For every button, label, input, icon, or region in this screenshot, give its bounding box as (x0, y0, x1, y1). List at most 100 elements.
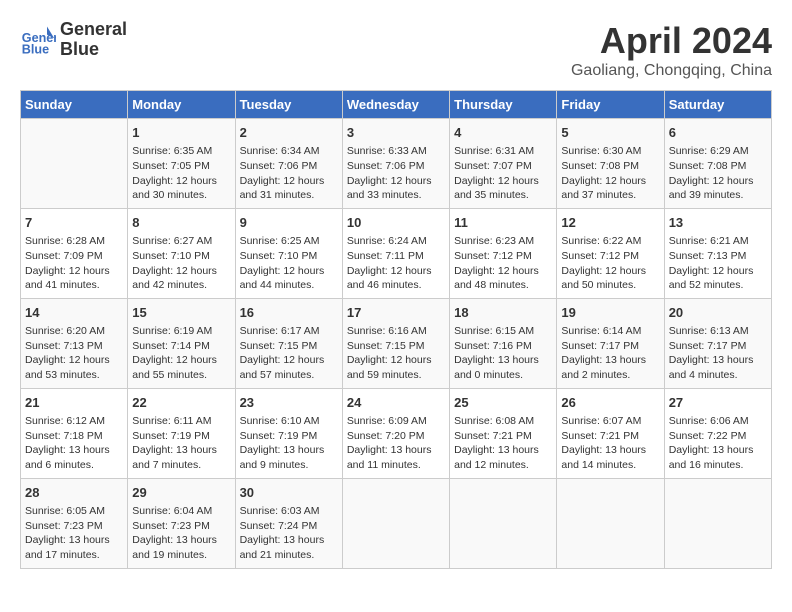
day-number: 15 (132, 304, 230, 322)
cell-content: Sunrise: 6:15 AM Sunset: 7:16 PM Dayligh… (454, 324, 552, 383)
cell-content: Sunrise: 6:33 AM Sunset: 7:06 PM Dayligh… (347, 144, 445, 203)
cell-content: Sunrise: 6:14 AM Sunset: 7:17 PM Dayligh… (561, 324, 659, 383)
day-header-wednesday: Wednesday (342, 91, 449, 119)
day-header-monday: Monday (128, 91, 235, 119)
day-number: 9 (240, 214, 338, 232)
calendar-cell: 14 Sunrise: 6:20 AM Sunset: 7:13 PM Dayli… (21, 298, 128, 388)
calendar-header-row: SundayMondayTuesdayWednesdayThursdayFrid… (21, 91, 772, 119)
calendar-table: SundayMondayTuesdayWednesdayThursdayFrid… (20, 90, 772, 569)
cell-content: Sunrise: 6:03 AM Sunset: 7:24 PM Dayligh… (240, 504, 338, 563)
calendar-cell: 15 Sunrise: 6:19 AM Sunset: 7:14 PM Dayli… (128, 298, 235, 388)
calendar-cell: 4Sunrise: 6:31 AM Sunset: 7:07 PM Daylig… (450, 119, 557, 209)
calendar-cell: 24 Sunrise: 6:09 AM Sunset: 7:20 PM Dayli… (342, 388, 449, 478)
day-number: 28 (25, 484, 123, 502)
cell-content: Sunrise: 6:05 AM Sunset: 7:23 PM Dayligh… (25, 504, 123, 563)
cell-content: Sunrise: 6:06 AM Sunset: 7:22 PM Dayligh… (669, 414, 767, 473)
location-subtitle: Gaoliang, Chongqing, China (571, 62, 772, 80)
cell-content: Sunrise: 6:23 AM Sunset: 7:12 PM Dayligh… (454, 234, 552, 293)
day-number: 12 (561, 214, 659, 232)
calendar-cell: 19 Sunrise: 6:14 AM Sunset: 7:17 PM Dayli… (557, 298, 664, 388)
calendar-week-1: 1 Sunrise: 6:35 AM Sunset: 7:05 PM Daylig… (21, 119, 772, 209)
day-number: 23 (240, 394, 338, 412)
cell-content: Sunrise: 6:20 AM Sunset: 7:13 PM Dayligh… (25, 324, 123, 383)
cell-content: Sunrise: 6:12 AM Sunset: 7:18 PM Dayligh… (25, 414, 123, 473)
cell-content: Sunrise: 6:31 AM Sunset: 7:07 PM Dayligh… (454, 144, 552, 203)
cell-content: Sunrise: 6:08 AM Sunset: 7:21 PM Dayligh… (454, 414, 552, 473)
calendar-cell (450, 478, 557, 568)
calendar-cell: 1 Sunrise: 6:35 AM Sunset: 7:05 PM Daylig… (128, 119, 235, 209)
day-number: 5 (561, 124, 659, 142)
cell-content: Sunrise: 6:16 AM Sunset: 7:15 PM Dayligh… (347, 324, 445, 383)
calendar-cell: 26 Sunrise: 6:07 AM Sunset: 7:21 PM Dayli… (557, 388, 664, 478)
calendar-week-3: 14 Sunrise: 6:20 AM Sunset: 7:13 PM Dayli… (21, 298, 772, 388)
calendar-cell: 23 Sunrise: 6:10 AM Sunset: 7:19 PM Dayli… (235, 388, 342, 478)
logo-icon: General Blue (20, 22, 56, 58)
day-number: 20 (669, 304, 767, 322)
day-number: 26 (561, 394, 659, 412)
calendar-week-5: 28 Sunrise: 6:05 AM Sunset: 7:23 PM Dayli… (21, 478, 772, 568)
day-number: 7 (25, 214, 123, 232)
calendar-cell: 7 Sunrise: 6:28 AM Sunset: 7:09 PM Daylig… (21, 208, 128, 298)
cell-content: Sunrise: 6:09 AM Sunset: 7:20 PM Dayligh… (347, 414, 445, 473)
cell-content: Sunrise: 6:34 AM Sunset: 7:06 PM Dayligh… (240, 144, 338, 203)
calendar-cell: 12 Sunrise: 6:22 AM Sunset: 7:12 PM Dayli… (557, 208, 664, 298)
cell-content: Sunrise: 6:19 AM Sunset: 7:14 PM Dayligh… (132, 324, 230, 383)
cell-content: Sunrise: 6:17 AM Sunset: 7:15 PM Dayligh… (240, 324, 338, 383)
day-number: 1 (132, 124, 230, 142)
cell-content: Sunrise: 6:27 AM Sunset: 7:10 PM Dayligh… (132, 234, 230, 293)
calendar-week-2: 7 Sunrise: 6:28 AM Sunset: 7:09 PM Daylig… (21, 208, 772, 298)
calendar-cell: 25Sunrise: 6:08 AM Sunset: 7:21 PM Dayli… (450, 388, 557, 478)
day-number: 29 (132, 484, 230, 502)
day-number: 6 (669, 124, 767, 142)
cell-content: Sunrise: 6:35 AM Sunset: 7:05 PM Dayligh… (132, 144, 230, 203)
cell-content: Sunrise: 6:21 AM Sunset: 7:13 PM Dayligh… (669, 234, 767, 293)
day-number: 27 (669, 394, 767, 412)
cell-content: Sunrise: 6:04 AM Sunset: 7:23 PM Dayligh… (132, 504, 230, 563)
day-number: 17 (347, 304, 445, 322)
day-number: 3 (347, 124, 445, 142)
day-number: 22 (132, 394, 230, 412)
calendar-cell: 10Sunrise: 6:24 AM Sunset: 7:11 PM Dayli… (342, 208, 449, 298)
calendar-cell: 20 Sunrise: 6:13 AM Sunset: 7:17 PM Dayli… (664, 298, 771, 388)
calendar-cell: 21 Sunrise: 6:12 AM Sunset: 7:18 PM Dayli… (21, 388, 128, 478)
calendar-cell: 18 Sunrise: 6:15 AM Sunset: 7:16 PM Dayli… (450, 298, 557, 388)
calendar-cell: 16 Sunrise: 6:17 AM Sunset: 7:15 PM Dayli… (235, 298, 342, 388)
calendar-cell: 2Sunrise: 6:34 AM Sunset: 7:06 PM Daylig… (235, 119, 342, 209)
day-number: 30 (240, 484, 338, 502)
cell-content: Sunrise: 6:11 AM Sunset: 7:19 PM Dayligh… (132, 414, 230, 473)
cell-content: Sunrise: 6:10 AM Sunset: 7:19 PM Dayligh… (240, 414, 338, 473)
day-number: 24 (347, 394, 445, 412)
calendar-cell: 9Sunrise: 6:25 AM Sunset: 7:10 PM Daylig… (235, 208, 342, 298)
cell-content: Sunrise: 6:07 AM Sunset: 7:21 PM Dayligh… (561, 414, 659, 473)
calendar-week-4: 21 Sunrise: 6:12 AM Sunset: 7:18 PM Dayli… (21, 388, 772, 478)
day-number: 13 (669, 214, 767, 232)
day-header-thursday: Thursday (450, 91, 557, 119)
day-number: 18 (454, 304, 552, 322)
calendar-cell (342, 478, 449, 568)
calendar-cell (557, 478, 664, 568)
calendar-cell (21, 119, 128, 209)
calendar-cell: 28 Sunrise: 6:05 AM Sunset: 7:23 PM Dayli… (21, 478, 128, 568)
cell-content: Sunrise: 6:28 AM Sunset: 7:09 PM Dayligh… (25, 234, 123, 293)
day-number: 21 (25, 394, 123, 412)
logo: General Blue General Blue (20, 20, 127, 60)
month-title: April 2024 (571, 20, 772, 62)
calendar-cell: 17 Sunrise: 6:16 AM Sunset: 7:15 PM Dayli… (342, 298, 449, 388)
day-header-sunday: Sunday (21, 91, 128, 119)
calendar-cell: 29 Sunrise: 6:04 AM Sunset: 7:23 PM Dayli… (128, 478, 235, 568)
calendar-cell: 6Sunrise: 6:29 AM Sunset: 7:08 PM Daylig… (664, 119, 771, 209)
cell-content: Sunrise: 6:22 AM Sunset: 7:12 PM Dayligh… (561, 234, 659, 293)
svg-text:Blue: Blue (22, 42, 49, 56)
calendar-cell: 13 Sunrise: 6:21 AM Sunset: 7:13 PM Dayli… (664, 208, 771, 298)
day-number: 16 (240, 304, 338, 322)
day-header-friday: Friday (557, 91, 664, 119)
day-number: 8 (132, 214, 230, 232)
calendar-cell: 11Sunrise: 6:23 AM Sunset: 7:12 PM Dayli… (450, 208, 557, 298)
page-header: General Blue General Blue April 2024 Gao… (20, 20, 772, 80)
day-header-tuesday: Tuesday (235, 91, 342, 119)
calendar-cell: 30 Sunrise: 6:03 AM Sunset: 7:24 PM Dayli… (235, 478, 342, 568)
cell-content: Sunrise: 6:13 AM Sunset: 7:17 PM Dayligh… (669, 324, 767, 383)
day-number: 14 (25, 304, 123, 322)
calendar-cell: 27 Sunrise: 6:06 AM Sunset: 7:22 PM Dayli… (664, 388, 771, 478)
day-number: 19 (561, 304, 659, 322)
